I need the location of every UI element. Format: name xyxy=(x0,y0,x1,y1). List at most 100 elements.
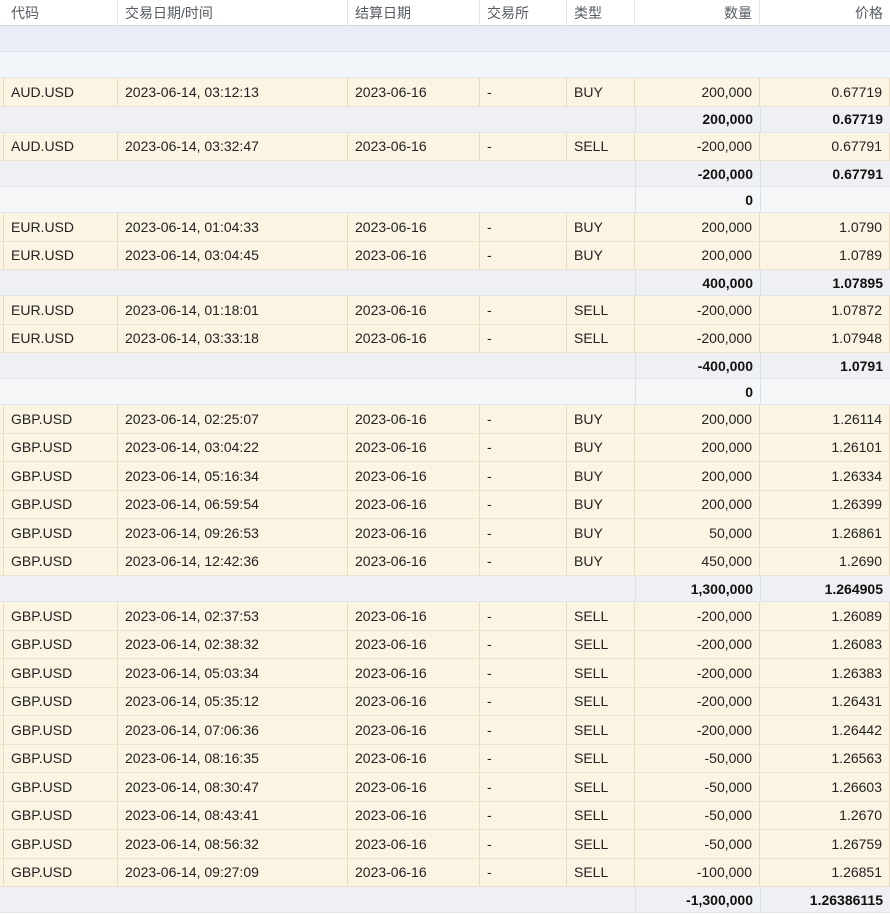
cell-type: BUY xyxy=(567,490,635,518)
cell-type: SELL xyxy=(567,602,635,630)
trade-row[interactable]: GBP.USD 2023-06-14, 06:59:54 2023-06-16- BU… xyxy=(0,490,890,519)
trade-row[interactable]: AUD.USD 2023-06-14, 03:12:13 2023-06-16- BU… xyxy=(0,78,890,107)
subtotal-quantity: 200,000 xyxy=(635,106,760,132)
cell-datetime: 2023-06-14, 01:04:33 xyxy=(118,213,348,241)
cell-settle-date: 2023-06-16 xyxy=(348,744,480,772)
cell-settle-date: 2023-06-16 xyxy=(348,773,480,801)
cell-price: 1.26431 xyxy=(760,687,890,715)
cell-type: SELL xyxy=(567,744,635,772)
cell-quantity: 200,000 xyxy=(635,241,760,269)
column-header-type[interactable]: 类型 xyxy=(567,0,635,25)
subtotal-price xyxy=(760,379,890,404)
cell-code: GBP.USD xyxy=(4,744,118,772)
cell-datetime: 2023-06-14, 06:59:54 xyxy=(118,490,348,518)
trade-row[interactable]: GBP.USD 2023-06-14, 02:37:53 2023-06-16- SE… xyxy=(0,602,890,631)
cell-code: GBP.USD xyxy=(4,716,118,744)
cell-type: SELL xyxy=(567,630,635,658)
cell-settle-date: 2023-06-16 xyxy=(348,519,480,547)
cell-quantity: -200,000 xyxy=(635,659,760,687)
cell-quantity: 200,000 xyxy=(635,490,760,518)
group-band-row xyxy=(0,26,890,52)
cell-settle-date: 2023-06-16 xyxy=(348,324,480,352)
cell-price: 1.2690 xyxy=(760,547,890,575)
cell-code: AUD.USD xyxy=(4,132,118,160)
cell-code: GBP.USD xyxy=(4,519,118,547)
cell-quantity: 200,000 xyxy=(635,433,760,461)
cell-settle-date: 2023-06-16 xyxy=(348,78,480,106)
subtotal-quantity: 1,300,000 xyxy=(635,576,760,601)
trade-row[interactable]: GBP.USD 2023-06-14, 07:06:36 2023-06-16- SE… xyxy=(0,716,890,745)
trade-row[interactable]: GBP.USD 2023-06-14, 03:04:22 2023-06-16- BU… xyxy=(0,433,890,462)
trade-row[interactable]: GBP.USD 2023-06-14, 05:03:34 2023-06-16- SE… xyxy=(0,659,890,688)
cell-exchange: - xyxy=(480,630,567,658)
cell-settle-date: 2023-06-16 xyxy=(348,659,480,687)
trade-row[interactable]: EUR.USD 2023-06-14, 03:04:45 2023-06-16- BU… xyxy=(0,241,890,270)
trade-row[interactable]: GBP.USD 2023-06-14, 09:27:09 2023-06-16- SE… xyxy=(0,858,890,887)
cell-type: SELL xyxy=(567,858,635,886)
cell-datetime: 2023-06-14, 03:33:18 xyxy=(118,324,348,352)
cell-quantity: -200,000 xyxy=(635,630,760,658)
cell-price: 1.26399 xyxy=(760,490,890,518)
cell-quantity: -50,000 xyxy=(635,744,760,772)
cell-quantity: -200,000 xyxy=(635,324,760,352)
cell-price: 1.2670 xyxy=(760,801,890,829)
subtotal-row: 1,300,000 1.264905 xyxy=(0,576,890,602)
trade-row[interactable]: AUD.USD 2023-06-14, 03:32:47 2023-06-16- SE… xyxy=(0,132,890,161)
cell-quantity: 50,000 xyxy=(635,519,760,547)
cell-type: BUY xyxy=(567,213,635,241)
trade-row[interactable]: GBP.USD 2023-06-14, 08:16:35 2023-06-16- SE… xyxy=(0,744,890,773)
cell-quantity: -50,000 xyxy=(635,830,760,858)
cell-price: 1.26114 xyxy=(760,405,890,433)
cell-price: 1.0789 xyxy=(760,241,890,269)
trade-row[interactable]: EUR.USD 2023-06-14, 03:33:18 2023-06-16- SE… xyxy=(0,324,890,353)
cell-datetime: 2023-06-14, 05:35:12 xyxy=(118,687,348,715)
trade-row[interactable]: GBP.USD 2023-06-14, 05:16:34 2023-06-16- BU… xyxy=(0,462,890,491)
trade-row[interactable]: EUR.USD 2023-06-14, 01:18:01 2023-06-16- SE… xyxy=(0,296,890,325)
column-header-quantity[interactable]: 数量 xyxy=(635,0,760,25)
cell-quantity: -200,000 xyxy=(635,716,760,744)
cell-exchange: - xyxy=(480,78,567,106)
cell-settle-date: 2023-06-16 xyxy=(348,801,480,829)
net-total-row: 0 xyxy=(0,187,890,213)
trade-row[interactable]: GBP.USD 2023-06-14, 02:25:07 2023-06-16- BU… xyxy=(0,405,890,434)
subtotal-price: 1.264905 xyxy=(760,576,890,601)
column-header-price[interactable]: 价格 xyxy=(760,0,890,25)
cell-price: 1.07948 xyxy=(760,324,890,352)
cell-code: GBP.USD xyxy=(4,830,118,858)
cell-datetime: 2023-06-14, 12:42:36 xyxy=(118,547,348,575)
subtotal-row: 200,000 0.67719 xyxy=(0,106,890,133)
cell-datetime: 2023-06-14, 03:04:45 xyxy=(118,241,348,269)
subtotal-row: 400,000 1.07895 xyxy=(0,270,890,296)
subtotal-quantity: 0 xyxy=(635,379,760,404)
cell-datetime: 2023-06-14, 01:18:01 xyxy=(118,296,348,324)
cell-exchange: - xyxy=(480,744,567,772)
trade-row[interactable]: GBP.USD 2023-06-14, 08:56:32 2023-06-16- SE… xyxy=(0,830,890,859)
group-band-row xyxy=(0,52,890,78)
column-header-settle-date[interactable]: 结算日期 xyxy=(348,0,480,25)
cell-exchange: - xyxy=(480,858,567,886)
cell-type: BUY xyxy=(567,241,635,269)
trade-row[interactable]: GBP.USD 2023-06-14, 08:43:41 2023-06-16- SE… xyxy=(0,801,890,830)
trade-row[interactable]: GBP.USD 2023-06-14, 05:35:12 2023-06-16- SE… xyxy=(0,687,890,716)
cell-code: EUR.USD xyxy=(4,324,118,352)
cell-quantity: -200,000 xyxy=(635,296,760,324)
trade-row[interactable]: EUR.USD 2023-06-14, 01:04:33 2023-06-16- BU… xyxy=(0,213,890,242)
trade-row[interactable]: GBP.USD 2023-06-14, 02:38:32 2023-06-16- SE… xyxy=(0,630,890,659)
subtotal-row: -200,000 0.67791 xyxy=(0,161,890,187)
cell-price: 1.26861 xyxy=(760,519,890,547)
column-header-code[interactable]: 代码 xyxy=(4,0,118,25)
cell-type: BUY xyxy=(567,462,635,490)
column-header-exchange[interactable]: 交易所 xyxy=(480,0,567,25)
cell-price: 1.26759 xyxy=(760,830,890,858)
cell-code: GBP.USD xyxy=(4,801,118,829)
cell-quantity: -200,000 xyxy=(635,602,760,630)
cell-settle-date: 2023-06-16 xyxy=(348,547,480,575)
cell-quantity: 200,000 xyxy=(635,78,760,106)
trade-row[interactable]: GBP.USD 2023-06-14, 12:42:36 2023-06-16- BU… xyxy=(0,547,890,576)
cell-code: GBP.USD xyxy=(4,630,118,658)
trade-row[interactable]: GBP.USD 2023-06-14, 08:30:47 2023-06-16- SE… xyxy=(0,773,890,802)
column-header-datetime[interactable]: 交易日期/时间 xyxy=(118,0,348,25)
subtotal-price: 1.07895 xyxy=(760,270,890,295)
trade-row[interactable]: GBP.USD 2023-06-14, 09:26:53 2023-06-16- BU… xyxy=(0,519,890,548)
cell-exchange: - xyxy=(480,773,567,801)
